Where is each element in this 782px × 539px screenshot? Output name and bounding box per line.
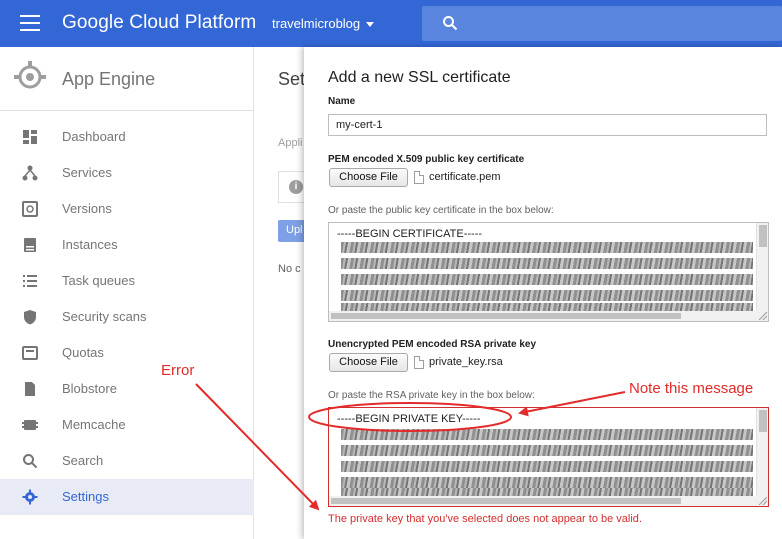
certificate-textarea[interactable]: -----BEGIN CERTIFICATE----- (328, 222, 769, 322)
sidebar-item-label: Instances (62, 237, 118, 252)
validation-error-message: The private key that you've selected doe… (328, 513, 642, 525)
services-icon (22, 165, 38, 181)
redacted-text (341, 429, 753, 440)
vertical-scrollbar[interactable] (756, 223, 768, 321)
sidebar-item-label: Services (62, 165, 112, 180)
chevron-down-icon (366, 22, 375, 28)
empty-state-text: No c (278, 263, 301, 275)
dashboard-icon (23, 130, 37, 144)
add-ssl-certificate-panel: Add a new SSL certificate Name PEM encod… (304, 47, 782, 539)
search-input[interactable] (422, 6, 782, 41)
sidebar-item-instances[interactable]: Instances (0, 227, 254, 263)
annotation-error-label: Error (161, 362, 195, 379)
sidebar-item-label: Task queues (62, 273, 135, 288)
certificate-name-field[interactable] (328, 114, 767, 136)
sidebar-item-label: Versions (62, 201, 112, 216)
sidebar-item-label: Memcache (62, 417, 126, 432)
blobstore-icon (25, 382, 35, 396)
resize-handle-icon[interactable] (759, 312, 767, 320)
key-paste-label: Or paste the RSA private key in the box … (328, 390, 535, 401)
sidebar-item-memcache[interactable]: Memcache (0, 407, 254, 443)
file-icon (414, 171, 424, 184)
instances-icon (24, 238, 36, 252)
horizontal-scrollbar[interactable] (329, 311, 768, 321)
redacted-text (341, 445, 753, 456)
sidebar-item-label: Settings (62, 489, 109, 504)
sidebar-item-search[interactable]: Search (0, 443, 254, 479)
app-title: App Engine (62, 69, 156, 89)
app-engine-icon (14, 61, 46, 89)
menu-icon[interactable] (20, 15, 40, 31)
project-name: travelmicroblog (272, 16, 361, 31)
sidebar-item-label: Security scans (62, 309, 147, 324)
file-icon (414, 356, 424, 369)
sidebar-item-label: Blobstore (62, 381, 117, 396)
horizontal-scrollbar[interactable] (329, 496, 768, 506)
gear-icon (22, 489, 38, 505)
private-key-textarea[interactable]: -----BEGIN PRIVATE KEY----- (328, 407, 769, 507)
redacted-text (341, 461, 753, 472)
search-icon (443, 16, 458, 31)
cert-first-line: -----BEGIN CERTIFICATE----- (337, 228, 483, 240)
project-selector[interactable]: travelmicroblog (272, 16, 375, 31)
sidebar-item-blobstore[interactable]: Blobstore (0, 371, 254, 407)
info-icon: i (289, 180, 303, 194)
search-icon (23, 454, 38, 469)
brand-title[interactable]: Google Cloud Platform (62, 12, 256, 34)
sidebar-item-services[interactable]: Services (0, 155, 254, 191)
quotas-icon (22, 346, 38, 360)
cert-label: PEM encoded X.509 public key certificate (328, 154, 525, 165)
annotation-note-label: Note this message (629, 380, 754, 397)
top-app-bar: Google Cloud Platform travelmicroblog (0, 0, 782, 47)
app-header: App Engine (0, 47, 254, 111)
choose-cert-file-button[interactable]: Choose File (329, 168, 408, 187)
key-label: Unencrypted PEM encoded RSA private key (328, 339, 537, 350)
vertical-scrollbar[interactable] (756, 408, 768, 506)
cert-file-name: certificate.pem (429, 171, 501, 183)
redacted-text (341, 290, 753, 301)
shield-icon (24, 310, 36, 325)
versions-icon (22, 201, 38, 217)
dialog-title: Add a new SSL certificate (328, 69, 511, 86)
sidebar: App Engine Dashboard Services Versions I… (0, 47, 254, 539)
redacted-text (341, 274, 753, 285)
sidebar-item-task-queues[interactable]: Task queues (0, 263, 254, 299)
sidebar-item-quotas[interactable]: Quotas (0, 335, 254, 371)
sidebar-item-label: Quotas (62, 345, 104, 360)
task-queues-icon (23, 275, 37, 287)
sidebar-item-label: Search (62, 453, 104, 468)
resize-handle-icon[interactable] (759, 497, 767, 505)
page-title: Set (278, 69, 306, 89)
key-first-line: -----BEGIN PRIVATE KEY----- (337, 413, 481, 425)
cert-paste-label: Or paste the public key certificate in t… (328, 205, 554, 216)
sidebar-item-label: Dashboard (62, 129, 126, 144)
page-subtitle: Appli (278, 137, 303, 149)
key-file-name: private_key.rsa (429, 356, 503, 368)
sidebar-item-dashboard[interactable]: Dashboard (0, 119, 254, 155)
sidebar-item-settings[interactable]: Settings (0, 479, 254, 515)
redacted-text (341, 242, 753, 253)
memcache-icon (22, 420, 38, 430)
redacted-text (341, 258, 753, 269)
choose-key-file-button[interactable]: Choose File (329, 353, 408, 372)
redacted-text (341, 477, 753, 488)
name-label: Name (328, 96, 356, 107)
sidebar-item-versions[interactable]: Versions (0, 191, 254, 227)
sidebar-item-security-scans[interactable]: Security scans (0, 299, 254, 335)
